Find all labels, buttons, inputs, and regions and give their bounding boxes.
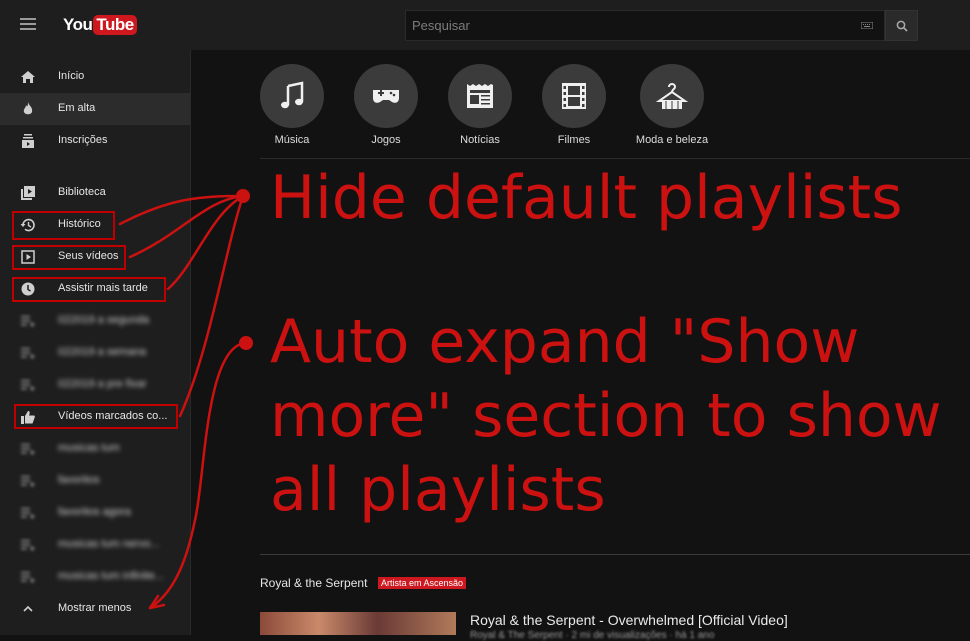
sidebar-item-label: 022019 a semana xyxy=(58,346,147,358)
sidebar-item-label: favoritos agora xyxy=(58,506,131,518)
category-label: Filmes xyxy=(557,134,591,146)
sidebar: Início Em alta Inscrições Biblioteca His… xyxy=(0,50,191,635)
sidebar-item-playlist[interactable]: favoritos xyxy=(0,465,190,497)
category-label: Notícias xyxy=(460,134,500,146)
hanger-icon xyxy=(656,83,688,109)
search-input[interactable] xyxy=(406,11,846,40)
divider xyxy=(260,158,970,159)
annotation-auto-expand-line-1: Auto expand "Show xyxy=(270,307,860,377)
sidebar-item-playlist[interactable]: 022019 a pre fixar xyxy=(0,369,190,401)
sidebar-item-assistir-mais-tarde[interactable]: Assistir mais tarde xyxy=(0,273,190,305)
video-thumbnail[interactable] xyxy=(260,612,456,635)
library-icon xyxy=(21,186,35,200)
subscriptions-icon xyxy=(22,134,34,148)
sidebar-item-playlist[interactable]: favoritos agora xyxy=(0,497,190,529)
youtube-logo[interactable]: You Tube xyxy=(63,14,137,36)
sidebar-item-playlist[interactable]: 022019 a segunda xyxy=(0,305,190,337)
category-label: Música xyxy=(274,134,310,146)
sidebar-item-videos-marcados[interactable]: Vídeos marcados co... xyxy=(0,401,190,433)
sidebar-item-playlist[interactable]: musicas tum xyxy=(0,433,190,465)
clock-icon xyxy=(21,282,35,296)
shelf-channel-name[interactable]: Royal & the Serpent xyxy=(260,576,367,590)
sidebar-item-label: 022019 a segunda xyxy=(58,314,150,326)
search-icon xyxy=(896,20,908,32)
category-label: Jogos xyxy=(371,134,401,146)
flame-icon xyxy=(23,102,33,115)
sidebar-item-label: Histórico xyxy=(58,218,101,230)
annotation-auto-expand-line-3: all playlists xyxy=(270,455,606,525)
sidebar-item-historico[interactable]: Histórico xyxy=(0,209,190,241)
sidebar-item-label: Assistir mais tarde xyxy=(58,282,148,294)
home-icon xyxy=(21,71,35,83)
sidebar-item-label: 022019 a pre fixar xyxy=(58,378,147,390)
video-icon xyxy=(21,250,35,264)
sidebar-item-label: favoritos xyxy=(58,474,100,486)
category-moda-e-beleza[interactable]: Moda e beleza xyxy=(632,64,712,146)
sidebar-item-label: Biblioteca xyxy=(58,186,106,198)
playlist-icon xyxy=(21,444,35,455)
sidebar-item-playlist[interactable]: musicas tum nervo... xyxy=(0,529,190,561)
keyboard-icon[interactable] xyxy=(861,22,873,29)
logo-tube-text: Tube xyxy=(93,15,137,35)
category-circle xyxy=(640,64,704,128)
sidebar-item-inscricoes[interactable]: Inscrições xyxy=(0,125,190,157)
sidebar-item-label: Mostrar menos xyxy=(58,602,132,614)
newspaper-icon xyxy=(467,84,493,108)
logo-you-text: You xyxy=(63,15,93,34)
sidebar-item-label: Inscrições xyxy=(58,134,108,146)
category-circle xyxy=(542,64,606,128)
sidebar-item-label: Em alta xyxy=(58,102,96,114)
sidebar-item-playlist[interactable]: 022019 a semana xyxy=(0,337,190,369)
category-circle xyxy=(354,64,418,128)
sidebar-item-em-alta[interactable]: Em alta xyxy=(0,93,190,125)
video-title[interactable]: Royal & the Serpent - Overwhelmed [Offic… xyxy=(470,612,788,628)
search-button[interactable] xyxy=(885,10,918,41)
sidebar-item-label: musicas tum nervo... xyxy=(58,538,160,550)
category-circle xyxy=(260,64,324,128)
playlist-icon xyxy=(21,380,35,391)
video-metadata: Royal & The Serpent · 2 mi de visualizaç… xyxy=(470,630,715,641)
category-circle xyxy=(448,64,512,128)
sidebar-item-label: musicas tum xyxy=(58,442,120,454)
category-jogos[interactable]: Jogos xyxy=(346,64,426,146)
hamburger-menu-icon[interactable] xyxy=(20,18,36,30)
annotation-hide-playlists: Hide default playlists xyxy=(270,163,903,233)
sidebar-item-label: musicas tum infinite... xyxy=(58,570,164,582)
sidebar-item-label: Início xyxy=(58,70,85,82)
category-musica[interactable]: Música xyxy=(252,64,332,146)
sidebar-item-seus-videos[interactable]: Seus vídeos xyxy=(0,241,190,273)
gamepad-icon xyxy=(373,90,399,103)
sidebar-item-inicio[interactable]: Início xyxy=(0,61,190,93)
search-box xyxy=(405,10,885,41)
rising-artist-badge: Artista em Ascensão xyxy=(378,577,467,589)
sidebar-item-label: Seus vídeos xyxy=(58,250,119,262)
playlist-icon xyxy=(21,508,35,519)
sidebar-item-playlist[interactable]: musicas tum infinite... xyxy=(0,561,190,593)
history-icon xyxy=(20,218,35,232)
top-bar: You Tube xyxy=(0,0,970,50)
sidebar-item-mostrar-menos[interactable]: Mostrar menos xyxy=(0,593,190,625)
playlist-icon xyxy=(21,348,35,359)
annotation-auto-expand-line-2: more" section to show xyxy=(270,381,942,451)
playlist-icon xyxy=(21,540,35,551)
playlist-icon xyxy=(21,316,35,327)
chevron-up-icon xyxy=(23,605,33,612)
sidebar-item-biblioteca[interactable]: Biblioteca xyxy=(0,177,190,209)
sidebar-item-label: Vídeos marcados co... xyxy=(58,410,168,422)
thumbs-up-icon xyxy=(21,411,35,424)
playlist-icon xyxy=(21,476,35,487)
playlist-icon xyxy=(21,572,35,583)
divider xyxy=(260,554,970,555)
category-noticias[interactable]: Notícias xyxy=(440,64,520,146)
main-content: Música Jogos Notícias Filmes Moda e bele… xyxy=(192,50,970,641)
film-icon xyxy=(562,83,586,109)
category-filmes[interactable]: Filmes xyxy=(534,64,614,146)
music-note-icon xyxy=(281,81,304,109)
category-label: Moda e beleza xyxy=(635,134,709,146)
